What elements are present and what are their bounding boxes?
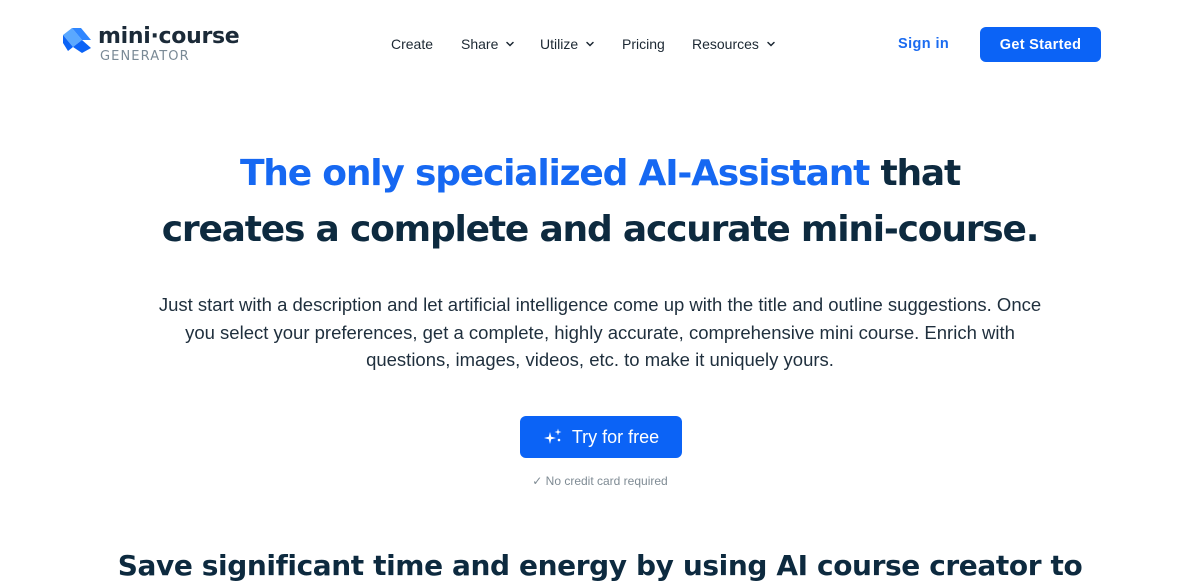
logo-dot: · — [150, 24, 159, 49]
nav-label: Create — [391, 36, 434, 52]
section-title: Save significant time and energy by usin… — [117, 549, 1083, 582]
brand-logo[interactable]: mini·course GENERATOR — [62, 24, 240, 64]
nav-label: Pricing — [622, 36, 665, 52]
chevron-down-icon — [586, 41, 594, 47]
chevron-down-icon — [767, 41, 775, 47]
no-credit-card-note: ✓ No credit card required — [532, 474, 668, 488]
hero-description: Just start with a description and let ar… — [158, 294, 1042, 370]
hero-title-line2: creates a complete and accurate mini-cou… — [161, 209, 1040, 250]
logo-subtitle: GENERATOR — [100, 49, 190, 64]
chevron-down-icon — [506, 41, 515, 47]
nav-item-pricing[interactable]: Pricing — [622, 36, 665, 52]
nav-item-share[interactable]: Share — [461, 36, 515, 52]
nav-item-resources[interactable]: Resources — [692, 36, 776, 52]
try-for-free-label: Try for free — [571, 426, 660, 447]
get-started-button[interactable]: Get Started — [980, 27, 1101, 62]
hero-title-highlight: The only specialized AI-Assistant — [239, 153, 870, 194]
try-for-free-button[interactable]: Try for free — [520, 416, 682, 458]
hero-title-rest: that — [869, 153, 961, 194]
logo-wordmark: mini·course — [98, 24, 240, 50]
nav-item-create[interactable]: Create — [391, 36, 433, 52]
logo-word-mini: mini — [98, 24, 151, 49]
nav-label: Share — [461, 36, 499, 52]
hero-title: The only specialized AI-Assistant that c… — [0, 146, 1200, 258]
nav-item-utilize[interactable]: Utilize — [540, 36, 595, 52]
sparkle-icon — [543, 428, 562, 444]
logo-word-course: course — [158, 24, 240, 49]
sign-in-link[interactable]: Sign in — [898, 36, 949, 52]
nav-label: Utilize — [540, 36, 579, 52]
logo-text: mini·course GENERATOR — [98, 24, 240, 64]
site-header: mini·course GENERATOR Create Share Utili… — [0, 0, 1200, 88]
nav-label: Resources — [692, 36, 759, 52]
logo-mark-icon — [63, 28, 91, 53]
